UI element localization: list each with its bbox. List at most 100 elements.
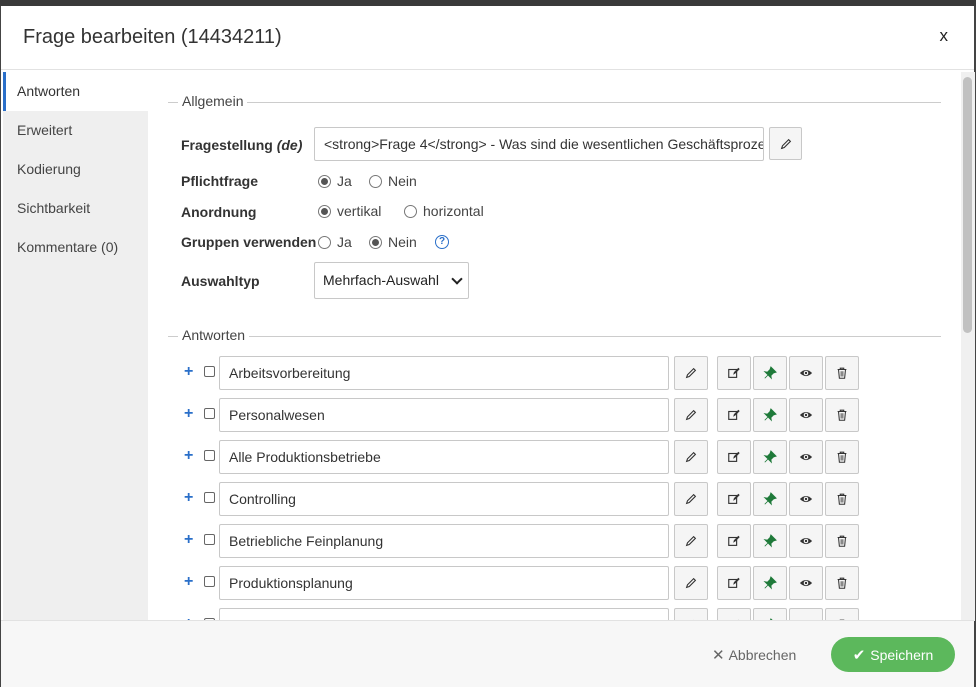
sidebar-item-kommentare[interactable]: Kommentare (0) (3, 228, 148, 267)
eye-icon (799, 453, 813, 461)
row-delete-button[interactable] (825, 440, 859, 474)
row-edit-button[interactable] (717, 566, 751, 600)
sidebar-item-antworten[interactable]: Antworten (3, 72, 148, 111)
radio-checked-icon (318, 204, 331, 218)
row-delete-button[interactable] (825, 566, 859, 600)
row-view-button[interactable] (789, 524, 823, 558)
row-view-button[interactable] (789, 482, 823, 516)
row-view-button[interactable] (789, 398, 823, 432)
anordnung-horizontal-radio[interactable]: horizontal (404, 203, 484, 219)
antworten-legend-text: Antworten (178, 327, 250, 343)
dialog-title: Frage bearbeiten (14434211) (23, 26, 282, 48)
row-delete-button[interactable] (825, 398, 859, 432)
gruppen-nein-label: Nein (388, 234, 417, 250)
row-pin-button[interactable] (753, 356, 787, 390)
plus-icon[interactable]: + (184, 405, 193, 423)
pencil-icon (685, 493, 697, 505)
auswahltyp-value: Mehrfach-Auswahl (323, 272, 439, 288)
fragestellung-edit-button[interactable] (769, 127, 802, 160)
gruppen-label: Gruppen verwenden (181, 234, 317, 250)
pflichtfrage-nein-radio[interactable]: Nein (369, 173, 417, 189)
plus-icon[interactable]: + (184, 531, 193, 549)
edit-icon (728, 451, 740, 462)
row-view-button[interactable] (789, 356, 823, 390)
fragestellung-label: Fragestellung (de) (181, 137, 302, 153)
answer-checkbox[interactable] (204, 366, 215, 377)
gruppen-ja-label: Ja (337, 234, 352, 250)
pflichtfrage-ja-radio[interactable]: Ja (318, 173, 352, 189)
pencil-icon (685, 451, 697, 463)
answer-row: + Betriebliche Feinplanung (148, 524, 960, 560)
edit-icon (728, 493, 740, 504)
close-button[interactable]: x (940, 26, 949, 46)
eye-icon (799, 579, 813, 587)
scrollbar-thumb[interactable] (963, 77, 972, 333)
row-edit-button[interactable] (717, 356, 751, 390)
plus-icon[interactable]: + (184, 447, 193, 465)
auswahltyp-select[interactable]: Mehrfach-Auswahl (314, 262, 469, 299)
row-pin-button[interactable] (753, 566, 787, 600)
sidebar-item-sichtbarkeit[interactable]: Sichtbarkeit (3, 189, 148, 228)
row-delete-button[interactable] (825, 356, 859, 390)
row-pin-button[interactable] (753, 398, 787, 432)
row-edit-button[interactable] (717, 524, 751, 558)
row-edit-button[interactable] (717, 482, 751, 516)
anordnung-horizontal-label: horizontal (423, 203, 484, 219)
sidebar: Antworten Erweitert Kodierung Sichtbarke… (3, 72, 148, 621)
row-delete-button[interactable] (825, 524, 859, 558)
plus-icon[interactable]: + (184, 573, 193, 591)
sidebar-item-erweitert[interactable]: Erweitert (3, 111, 148, 150)
answer-text-input[interactable]: Produktionsplanung (219, 566, 669, 600)
row-pencil-button[interactable] (674, 482, 708, 516)
row-edit-button[interactable] (717, 440, 751, 474)
row-pencil-button[interactable] (674, 398, 708, 432)
plus-icon[interactable]: + (184, 363, 193, 381)
dialog-footer: ✕ Abbrechen ✔ Speichern (1, 620, 974, 687)
row-pin-button[interactable] (753, 440, 787, 474)
row-pencil-button[interactable] (674, 524, 708, 558)
answer-text-input[interactable]: Controlling (219, 482, 669, 516)
answer-checkbox[interactable] (204, 450, 215, 461)
trash-icon (837, 535, 847, 547)
answer-row: + Arbeitsvorbereitung (148, 356, 960, 392)
row-view-button[interactable] (789, 440, 823, 474)
answer-row: + Alle Produktionsbetriebe (148, 440, 960, 476)
answer-checkbox[interactable] (204, 492, 215, 503)
answer-checkbox[interactable] (204, 534, 215, 545)
row-delete-button[interactable] (825, 482, 859, 516)
pencil-icon (780, 138, 791, 149)
legend-divider (168, 102, 941, 103)
row-pin-button[interactable] (753, 524, 787, 558)
row-edit-button[interactable] (717, 398, 751, 432)
radio-checked-icon (318, 174, 331, 188)
answer-text-input[interactable]: Alle Produktionsbetriebe (219, 440, 669, 474)
gruppen-ja-radio[interactable]: Ja (318, 234, 352, 250)
trash-icon (837, 451, 847, 463)
row-pencil-button[interactable] (674, 566, 708, 600)
help-icon[interactable]: ? (435, 235, 449, 249)
sidebar-item-kodierung[interactable]: Kodierung (3, 150, 148, 189)
antworten-legend: Antworten (168, 327, 941, 347)
answer-text-input[interactable]: Betriebliche Feinplanung (219, 524, 669, 558)
row-pin-button[interactable] (753, 482, 787, 516)
answer-text-input[interactable]: Arbeitsvorbereitung (219, 356, 669, 390)
legend-divider (168, 336, 941, 337)
row-pencil-button[interactable] (674, 440, 708, 474)
plus-icon[interactable]: + (184, 489, 193, 507)
eye-icon (799, 495, 813, 503)
fragestellung-input[interactable]: <strong>Frage 4</strong> - Was sind die … (314, 127, 764, 161)
answer-row: + Personalwesen (148, 398, 960, 434)
answer-checkbox[interactable] (204, 576, 215, 587)
save-button[interactable]: ✔ Speichern (831, 637, 955, 672)
pencil-icon (685, 577, 697, 589)
anordnung-vertikal-radio[interactable]: vertikal (318, 203, 381, 219)
answer-checkbox[interactable] (204, 408, 215, 419)
edit-icon (728, 367, 740, 378)
cancel-button[interactable]: ✕ Abbrechen (712, 646, 796, 664)
checkmark-icon: ✔ (852, 646, 866, 664)
gruppen-nein-radio[interactable]: Nein (369, 234, 417, 250)
row-view-button[interactable] (789, 566, 823, 600)
row-pencil-button[interactable] (674, 356, 708, 390)
pin-icon (763, 408, 777, 422)
answer-text-input[interactable]: Personalwesen (219, 398, 669, 432)
